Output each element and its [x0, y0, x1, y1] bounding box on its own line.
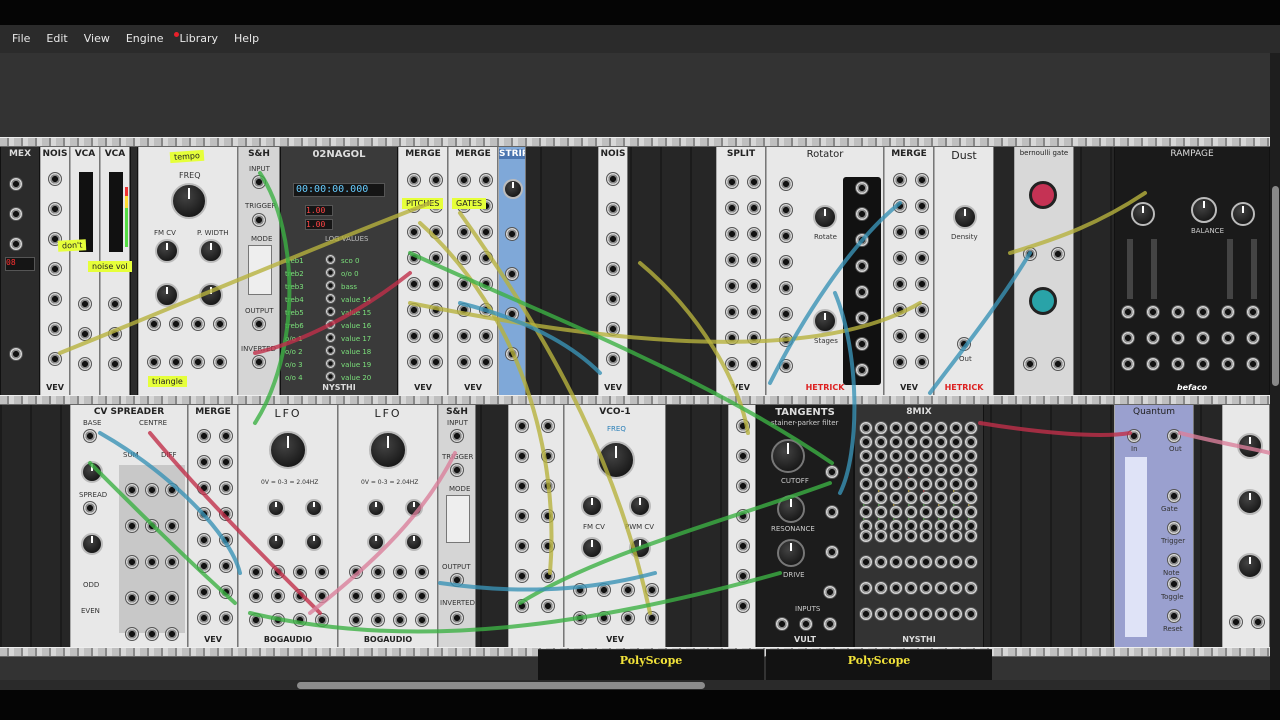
patch-cable[interactable]	[928, 251, 1032, 395]
rack-canvas[interactable]: MEX 08 NOIS VEV VCA VCA FREQ FM CV P. WI…	[0, 53, 1270, 690]
horizontal-scroll-thumb[interactable]	[297, 682, 705, 689]
patch-cable[interactable]	[253, 271, 412, 355]
menu-library-label: Library	[179, 32, 219, 45]
patch-cable[interactable]	[518, 481, 832, 605]
title-strip	[0, 0, 1280, 25]
patch-cable[interactable]	[458, 301, 602, 375]
patch-cable[interactable]	[833, 291, 857, 495]
bottom-strip	[0, 690, 1280, 720]
menu-view[interactable]: View	[78, 25, 116, 53]
vertical-scroll-thumb[interactable]	[1272, 186, 1279, 386]
menu-engine[interactable]: Engine	[120, 25, 170, 53]
patch-cable[interactable]	[58, 201, 432, 355]
vcv-rack-window: File Edit View Engine Library Help MEX 0…	[0, 0, 1280, 720]
menu-file[interactable]: File	[6, 25, 36, 53]
patch-cable[interactable]	[248, 571, 782, 634]
menu-edit[interactable]: Edit	[40, 25, 73, 53]
menu-bar: File Edit View Engine Library Help	[0, 25, 1280, 53]
patch-cable[interactable]	[638, 261, 750, 435]
patch-cable[interactable]	[418, 221, 554, 575]
horizontal-scrollbar[interactable]	[0, 680, 1270, 690]
patch-cables[interactable]	[0, 53, 1270, 690]
library-notification-dot	[173, 32, 179, 37]
patch-cable[interactable]	[978, 421, 1132, 437]
polyscope-title: PolyScope	[619, 654, 683, 667]
patch-cable[interactable]	[1178, 431, 1270, 455]
polyscope-title: PolyScope	[847, 654, 911, 667]
menu-library[interactable]: Library	[173, 25, 224, 53]
patch-cable[interactable]	[148, 431, 322, 615]
patch-cable[interactable]	[88, 461, 237, 605]
menu-help[interactable]: Help	[228, 25, 265, 53]
vertical-scrollbar[interactable]	[1270, 53, 1280, 690]
patch-cable[interactable]	[253, 171, 292, 425]
patch-cable[interactable]	[308, 451, 457, 615]
patch-cable[interactable]	[1008, 191, 1147, 255]
